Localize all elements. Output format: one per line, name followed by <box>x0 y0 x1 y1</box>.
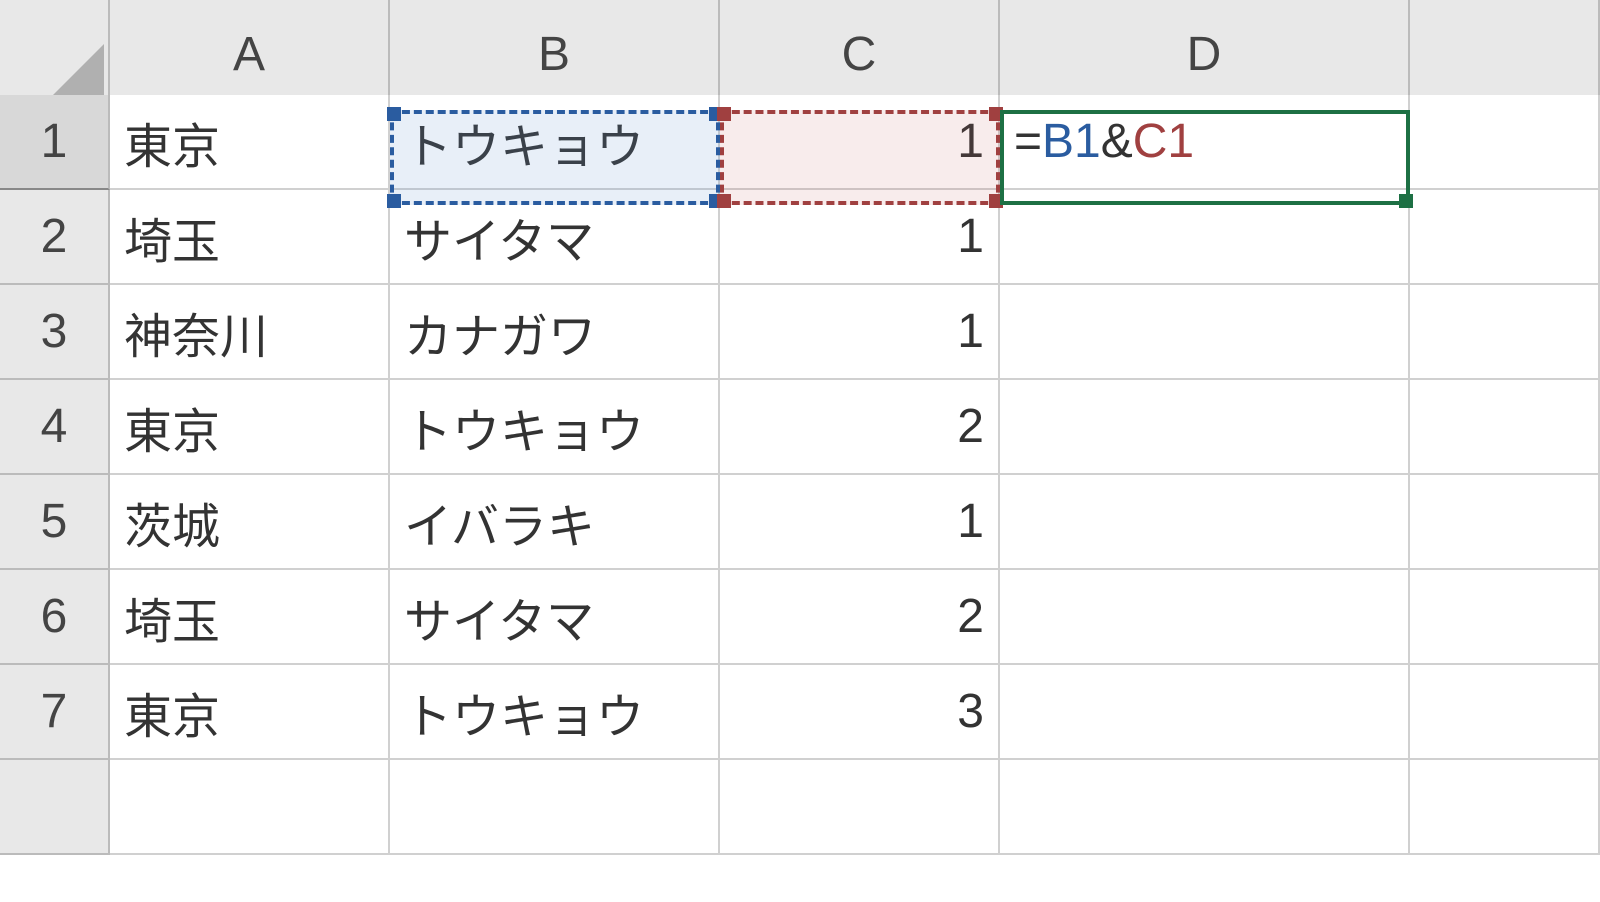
cell-A6[interactable]: 埼玉 <box>110 570 390 665</box>
cell-C6[interactable]: 2 <box>720 570 1000 665</box>
cell-C3[interactable]: 1 <box>720 285 1000 380</box>
row-header-3[interactable]: 3 <box>0 285 110 380</box>
cell-D3[interactable] <box>1000 285 1410 380</box>
cell-D1[interactable]: =B1&C1 <box>1000 95 1410 190</box>
select-all-corner[interactable] <box>0 0 110 110</box>
cell-E1[interactable] <box>1410 95 1600 190</box>
cell-B4[interactable]: トウキョウ <box>390 380 720 475</box>
cell-C1[interactable]: 1 <box>720 95 1000 190</box>
cell-B3[interactable]: カナガワ <box>390 285 720 380</box>
row-header-4[interactable]: 4 <box>0 380 110 475</box>
formula-editor[interactable]: =B1&C1 <box>1014 114 1194 169</box>
row-header-5[interactable]: 5 <box>0 475 110 570</box>
col-header-B[interactable]: B <box>390 0 720 110</box>
cell-C2[interactable]: 1 <box>720 190 1000 285</box>
cell-A4[interactable]: 東京 <box>110 380 390 475</box>
cell-D7[interactable] <box>1000 665 1410 760</box>
cell-E8[interactable] <box>1410 760 1600 855</box>
row-header-8[interactable] <box>0 760 110 855</box>
row-header-1[interactable]: 1 <box>0 95 110 190</box>
row-header-2[interactable]: 2 <box>0 190 110 285</box>
cell-A1[interactable]: 東京 <box>110 95 390 190</box>
col-header-extra[interactable] <box>1410 0 1600 110</box>
cell-B2[interactable]: サイタマ <box>390 190 720 285</box>
cell-E7[interactable] <box>1410 665 1600 760</box>
cell-D6[interactable] <box>1000 570 1410 665</box>
cell-C7[interactable]: 3 <box>720 665 1000 760</box>
cell-D4[interactable] <box>1000 380 1410 475</box>
cell-C8[interactable] <box>720 760 1000 855</box>
cell-B1[interactable]: トウキョウ <box>390 95 720 190</box>
cell-D8[interactable] <box>1000 760 1410 855</box>
cell-A5[interactable]: 茨城 <box>110 475 390 570</box>
col-header-A[interactable]: A <box>110 0 390 110</box>
row-header-7[interactable]: 7 <box>0 665 110 760</box>
cell-B6[interactable]: サイタマ <box>390 570 720 665</box>
cell-B8[interactable] <box>390 760 720 855</box>
col-header-D[interactable]: D <box>1000 0 1410 110</box>
spreadsheet-grid[interactable]: A B C D 1 東京 トウキョウ 1 =B1&C1 2 埼玉 サイタマ 1 … <box>0 0 1600 855</box>
cell-E3[interactable] <box>1410 285 1600 380</box>
cell-D2[interactable] <box>1000 190 1410 285</box>
cell-D5[interactable] <box>1000 475 1410 570</box>
cell-B7[interactable]: トウキョウ <box>390 665 720 760</box>
cell-B5[interactable]: イバラキ <box>390 475 720 570</box>
cell-A2[interactable]: 埼玉 <box>110 190 390 285</box>
cell-E6[interactable] <box>1410 570 1600 665</box>
col-header-C[interactable]: C <box>720 0 1000 110</box>
cell-E5[interactable] <box>1410 475 1600 570</box>
cell-E2[interactable] <box>1410 190 1600 285</box>
cell-E4[interactable] <box>1410 380 1600 475</box>
cell-A3[interactable]: 神奈川 <box>110 285 390 380</box>
cell-A8[interactable] <box>110 760 390 855</box>
cell-C4[interactable]: 2 <box>720 380 1000 475</box>
cell-A7[interactable]: 東京 <box>110 665 390 760</box>
cell-C5[interactable]: 1 <box>720 475 1000 570</box>
row-header-6[interactable]: 6 <box>0 570 110 665</box>
